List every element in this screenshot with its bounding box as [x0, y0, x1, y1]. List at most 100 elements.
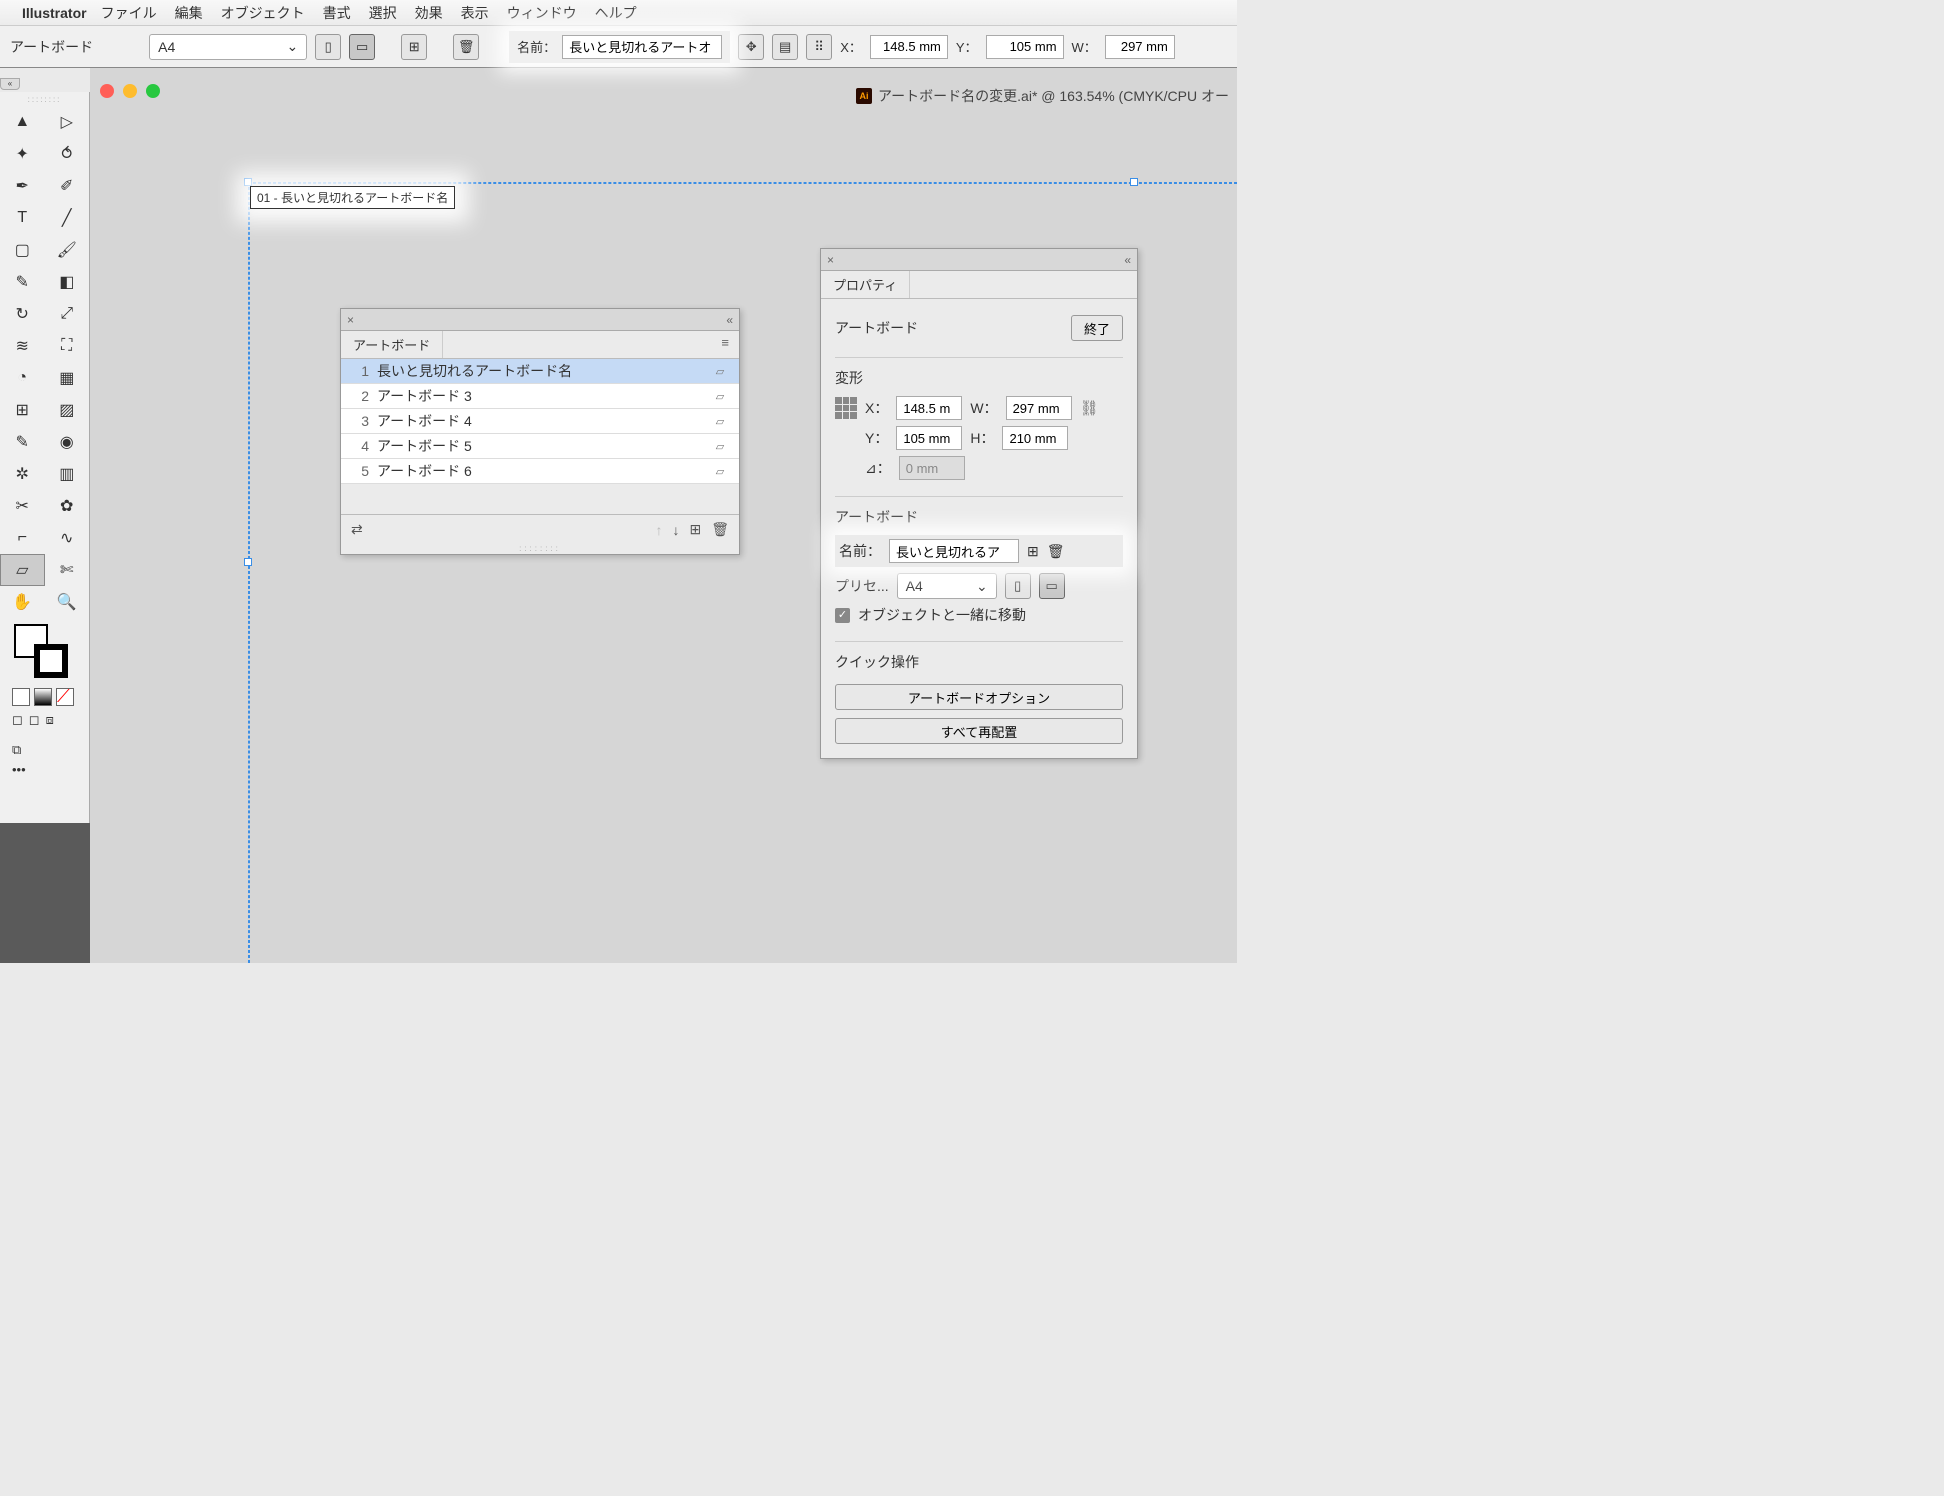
- type-tool[interactable]: T: [0, 202, 45, 234]
- more-tools-icon[interactable]: •••: [12, 762, 77, 777]
- artboard-row[interactable]: 3 アートボード 4 ▱: [341, 409, 739, 434]
- rotate-tool[interactable]: ↻: [0, 298, 45, 330]
- eyedropper-tool[interactable]: ✎: [0, 426, 45, 458]
- panel-header[interactable]: × «: [341, 309, 739, 331]
- orientation-portrait-button[interactable]: ▯: [315, 34, 341, 60]
- menu-edit[interactable]: 編集: [175, 3, 203, 23]
- artboard-icon[interactable]: ▱: [709, 440, 731, 453]
- pattern-tool[interactable]: ✿: [45, 490, 90, 522]
- w-input[interactable]: [1105, 35, 1175, 59]
- prop-x-input[interactable]: [896, 396, 962, 420]
- prop-name-input[interactable]: [889, 539, 1019, 563]
- artboard-row[interactable]: 1 長いと見切れるアートボード名 ▱: [341, 359, 739, 384]
- knife-tool[interactable]: ✄: [45, 554, 90, 586]
- artboard-icon[interactable]: ▱: [709, 465, 731, 478]
- canvas[interactable]: Ai アートボード名の変更.ai* @ 163.54% (CMYK/CPU オー…: [90, 68, 1237, 963]
- done-button[interactable]: 終了: [1071, 315, 1123, 341]
- artboard-options-button[interactable]: アートボードオプション: [835, 684, 1123, 710]
- rearrange-all-button[interactable]: すべて再配置: [835, 718, 1123, 744]
- prop-preset-select[interactable]: A4 ⌄: [897, 573, 997, 599]
- delete-artboard-button[interactable]: 🗑: [453, 34, 479, 60]
- move-down-icon[interactable]: ↓: [672, 522, 679, 538]
- artboard-icon[interactable]: ▱: [709, 365, 731, 378]
- prop-h-input[interactable]: [1002, 426, 1068, 450]
- window-minimize-button[interactable]: [123, 84, 137, 98]
- preset-select[interactable]: A4 ⌄: [149, 34, 307, 60]
- menu-window[interactable]: ウィンドウ: [507, 3, 577, 23]
- graph-tool[interactable]: ▥: [45, 458, 90, 490]
- screen-mode-icon[interactable]: ⧉: [12, 742, 77, 758]
- none-chip[interactable]: ⟋: [56, 688, 74, 706]
- selection-tool[interactable]: ▲: [0, 106, 45, 138]
- menu-type[interactable]: 書式: [323, 3, 351, 23]
- artboard-handle[interactable]: [244, 558, 252, 566]
- mesh-tool[interactable]: ⊞: [0, 394, 45, 426]
- shape-builder-tool[interactable]: ◔: [0, 362, 45, 394]
- link-icon[interactable]: ⛓: [1080, 399, 1099, 417]
- rearrange-icon[interactable]: ⇄: [351, 521, 363, 538]
- new-icon[interactable]: ⊞: [689, 521, 701, 538]
- gradient-tool[interactable]: ▨: [45, 394, 90, 426]
- close-icon[interactable]: ×: [827, 253, 834, 267]
- reference-point-button[interactable]: ⠿: [806, 34, 832, 60]
- magic-wand-tool[interactable]: ✦: [0, 138, 45, 170]
- anchor-tool[interactable]: ⌐: [0, 522, 45, 554]
- menu-help[interactable]: ヘルプ: [595, 3, 637, 23]
- slice-tool[interactable]: ✂: [0, 490, 45, 522]
- artboard-label[interactable]: 01 - 長いと見切れるアートボード名: [250, 186, 455, 209]
- collapse-icon[interactable]: «: [726, 313, 733, 327]
- panel-header[interactable]: × «: [821, 249, 1137, 271]
- hand-tool[interactable]: ✋: [0, 586, 45, 618]
- symbol-sprayer-tool[interactable]: ✲: [0, 458, 45, 490]
- pen-tool[interactable]: ✒: [0, 170, 45, 202]
- expand-tab[interactable]: «: [0, 78, 20, 90]
- delete-artboard-icon[interactable]: 🗑: [1047, 543, 1065, 560]
- artboard-name-input[interactable]: [562, 35, 722, 59]
- artboard-row[interactable]: 4 アートボード 5 ▱: [341, 434, 739, 459]
- shaper-tool[interactable]: ✎: [0, 266, 45, 298]
- move-with-artboard-button[interactable]: ✥: [738, 34, 764, 60]
- artboard-row[interactable]: 2 アートボード 3 ▱: [341, 384, 739, 409]
- artboard-icon[interactable]: ▱: [709, 415, 731, 428]
- artboard-row[interactable]: 5 アートボード 6 ▱: [341, 459, 739, 484]
- menu-effect[interactable]: 効果: [415, 3, 443, 23]
- lasso-tool[interactable]: ⥀: [45, 138, 90, 170]
- menu-view[interactable]: 表示: [461, 3, 489, 23]
- menu-object[interactable]: オブジェクト: [221, 3, 305, 23]
- orientation-landscape-button[interactable]: ▭: [1039, 573, 1065, 599]
- prop-y-input[interactable]: [896, 426, 962, 450]
- move-up-icon[interactable]: ↑: [655, 522, 662, 538]
- x-input[interactable]: [870, 35, 948, 59]
- new-artboard-button[interactable]: ⊞: [401, 34, 427, 60]
- window-zoom-button[interactable]: [146, 84, 160, 98]
- artboard-icon[interactable]: ▱: [709, 390, 731, 403]
- draw-inside-icon[interactable]: ⧈: [46, 712, 54, 728]
- brush-tool[interactable]: 🖌: [45, 234, 90, 266]
- panel-menu-icon[interactable]: ≡: [711, 331, 739, 358]
- stroke-swatch[interactable]: [34, 644, 68, 678]
- zoom-tool[interactable]: 🔍: [45, 586, 90, 618]
- direct-selection-tool[interactable]: ▷: [45, 106, 90, 138]
- line-tool[interactable]: ╱: [45, 202, 90, 234]
- orientation-portrait-button[interactable]: ▯: [1005, 573, 1031, 599]
- curvature-tool[interactable]: ✐: [45, 170, 90, 202]
- draw-normal-icon[interactable]: ◻: [12, 712, 23, 728]
- delete-icon[interactable]: 🗑: [711, 521, 729, 538]
- artboard-tool[interactable]: ▱: [0, 554, 45, 586]
- app-name[interactable]: Illustrator: [22, 5, 87, 21]
- artboards-tab[interactable]: アートボード: [341, 331, 443, 358]
- draw-behind-icon[interactable]: ◻: [29, 712, 40, 728]
- width-tool[interactable]: ≋: [0, 330, 45, 362]
- properties-tab[interactable]: プロパティ: [821, 271, 910, 298]
- curve-tool[interactable]: ∿: [45, 522, 90, 554]
- window-close-button[interactable]: [100, 84, 114, 98]
- orientation-landscape-button[interactable]: ▭: [349, 34, 375, 60]
- artboard-handle[interactable]: [1130, 178, 1138, 186]
- move-objects-checkbox[interactable]: ✓: [835, 608, 850, 623]
- reference-point-selector[interactable]: [835, 397, 857, 419]
- eraser-tool[interactable]: ◧: [45, 266, 90, 298]
- new-artboard-icon[interactable]: ⊞: [1027, 543, 1039, 560]
- rectangle-tool[interactable]: ▢: [0, 234, 45, 266]
- menu-select[interactable]: 選択: [369, 3, 397, 23]
- gradient-chip[interactable]: [34, 688, 52, 706]
